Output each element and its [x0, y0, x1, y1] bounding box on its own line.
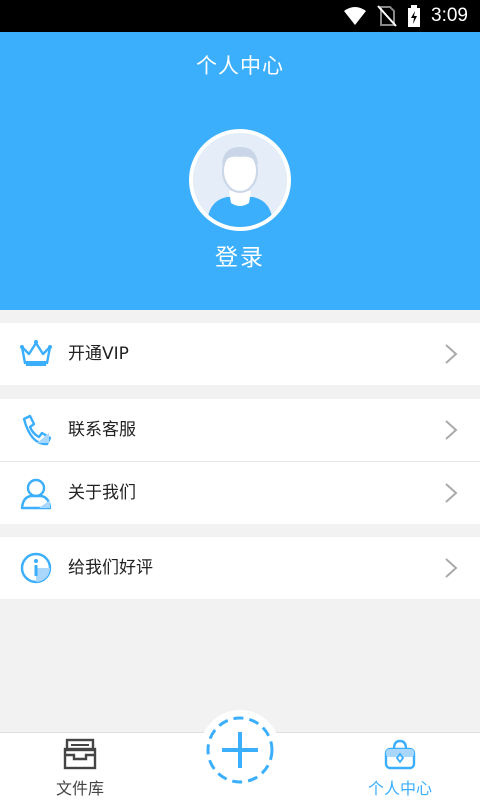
- no-sim-icon: [377, 5, 397, 27]
- info-icon: [20, 552, 52, 584]
- person-icon: [20, 478, 52, 510]
- file-cabinet-icon: [63, 738, 97, 770]
- wifi-icon: [344, 7, 367, 25]
- chevron-right-icon: [445, 483, 458, 503]
- tab-files[interactable]: 文件库: [20, 733, 140, 800]
- default-avatar-icon: [193, 133, 287, 227]
- profile-bag-icon: [384, 739, 416, 770]
- menu-item-label: 联系客服: [68, 420, 136, 440]
- profile-header: 个人中心 登录: [0, 32, 480, 310]
- battery-icon: [408, 5, 421, 27]
- chevron-right-icon: [445, 420, 458, 440]
- status-bar: 3:09: [0, 0, 480, 32]
- phone-icon: [22, 414, 52, 446]
- chevron-right-icon: [445, 558, 458, 578]
- menu-item-about-us[interactable]: 关于我们: [0, 462, 480, 524]
- add-button[interactable]: [200, 710, 280, 790]
- menu-item-vip[interactable]: 开通VIP: [0, 323, 480, 385]
- tab-profile[interactable]: 个人中心: [340, 733, 460, 800]
- avatar[interactable]: [189, 129, 291, 231]
- menu-item-label: 关于我们: [68, 483, 136, 503]
- login-link[interactable]: 登录: [0, 238, 480, 272]
- page-title: 个人中心: [196, 54, 284, 78]
- tab-label: 个人中心: [367, 779, 432, 798]
- crown-icon: [20, 340, 52, 366]
- status-time: 3:09: [431, 5, 468, 26]
- chevron-right-icon: [445, 344, 458, 364]
- tab-label: 文件库: [55, 779, 104, 798]
- plus-icon: [206, 716, 274, 784]
- menu-item-label: 开通VIP: [68, 344, 129, 364]
- menu-item-label: 给我们好评: [68, 558, 153, 578]
- menu-item-rate-us[interactable]: 给我们好评: [0, 537, 480, 599]
- menu-item-contact-service[interactable]: 联系客服: [0, 399, 480, 461]
